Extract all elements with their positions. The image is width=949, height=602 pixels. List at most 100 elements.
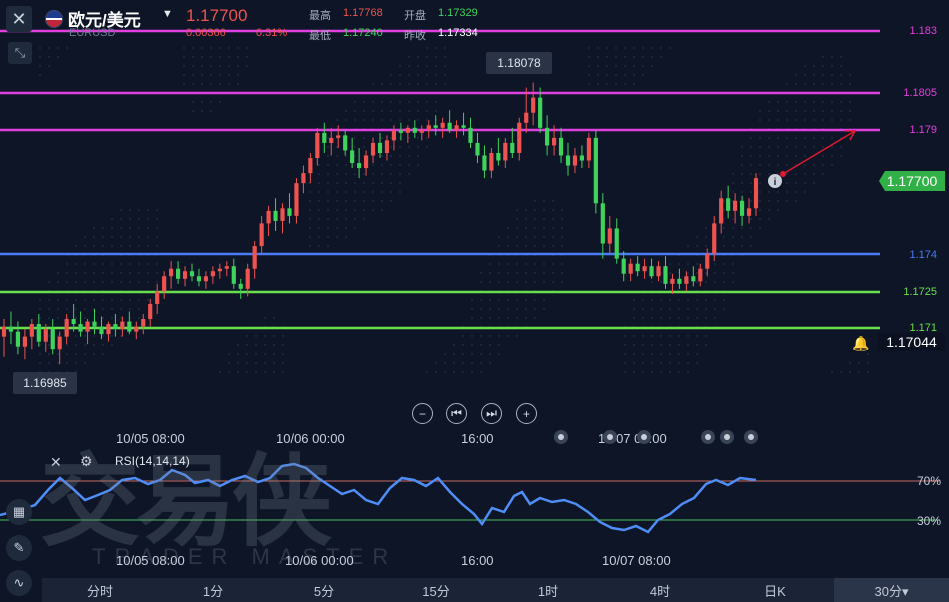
close-indicator-icon[interactable]: ✕ [50, 454, 62, 471]
map-dot [650, 64, 654, 68]
trend-arrow-anchor[interactable] [780, 171, 786, 177]
peak-high-tag: 1.18078 [486, 52, 552, 74]
map-dot [470, 352, 474, 356]
map-dot [740, 154, 744, 158]
map-dot [749, 190, 753, 194]
map-dot [668, 343, 672, 347]
tab-15min[interactable]: 15分 [380, 578, 492, 602]
candle-body [649, 266, 654, 277]
map-dot [344, 217, 348, 221]
bell-icon[interactable]: 🔔 [852, 335, 869, 352]
shrink-icon[interactable]: ⤡ [8, 42, 32, 64]
trend-arrow[interactable] [782, 130, 856, 175]
tab-4hour[interactable]: 4时 [604, 578, 716, 602]
candle-body [510, 142, 515, 153]
tab-1min[interactable]: 1分 [158, 578, 268, 602]
map-dot [92, 280, 96, 284]
tab-daily[interactable]: 日K [716, 578, 834, 602]
map-dot [488, 361, 492, 365]
map-dot [380, 190, 384, 194]
map-dot [839, 109, 843, 113]
map-dot [641, 46, 645, 50]
map-dot [137, 208, 141, 212]
map-dot [281, 334, 285, 338]
candle-body [252, 246, 257, 269]
candle-body [426, 125, 431, 131]
map-dot [344, 109, 348, 113]
rsi-time-label-1: 10/05 08:00 [116, 553, 185, 568]
map-dot [506, 244, 510, 248]
chevron-down-icon[interactable]: ▼ [162, 8, 173, 20]
map-dot [830, 73, 834, 77]
map-dot [182, 82, 186, 86]
rsi-level-70: 70% [916, 474, 941, 488]
map-dot [317, 181, 321, 185]
map-dot [758, 181, 762, 185]
map-dot [776, 118, 780, 122]
chart-tool-icon[interactable]: ▦ [6, 499, 32, 525]
map-dot [110, 316, 114, 320]
map-dot [668, 262, 672, 266]
indicator-icon[interactable]: ∿ [6, 570, 32, 596]
map-dot [326, 163, 330, 167]
level-tag-1179: 1.179 [909, 124, 937, 136]
map-dot [371, 199, 375, 203]
map-dot [650, 298, 654, 302]
map-dot [686, 271, 690, 275]
map-dot [749, 217, 753, 221]
map-dot [218, 370, 222, 374]
map-dot [110, 217, 114, 221]
map-dot [389, 154, 393, 158]
map-dot [830, 82, 834, 86]
drawing-dot-1[interactable] [554, 430, 568, 444]
map-dot [803, 172, 807, 176]
rsi-level-30: 30% [916, 514, 941, 528]
gear-icon[interactable]: ⚙ [80, 453, 93, 470]
map-dot [605, 73, 609, 77]
map-dot [605, 82, 609, 86]
candle-body [155, 291, 160, 304]
map-dot [749, 145, 753, 149]
map-dot [830, 109, 834, 113]
map-dot [497, 334, 501, 338]
drawing-dot-4[interactable] [701, 430, 715, 444]
tab-5min[interactable]: 5分 [268, 578, 380, 602]
tab-30min-selected[interactable]: 30分▾ [834, 578, 949, 602]
map-dot [560, 262, 564, 266]
close-button[interactable]: ✕ [6, 6, 32, 32]
map-dot [614, 64, 618, 68]
step-forward-button[interactable]: ⏭ [481, 403, 502, 424]
map-dot [191, 109, 195, 113]
step-back-button[interactable]: ⏮ [446, 403, 467, 424]
map-dot [515, 262, 519, 266]
map-dot [38, 361, 42, 365]
map-dot [101, 307, 105, 311]
tab-1hour[interactable]: 1时 [492, 578, 604, 602]
pencil-icon[interactable]: ✎ [6, 535, 32, 561]
candle-body [558, 137, 564, 156]
candle-body [92, 321, 97, 327]
peak-low-tag: 1.16985 [13, 372, 77, 394]
map-dot [623, 64, 627, 68]
zoom-out-button[interactable]: − [412, 403, 433, 424]
map-dot [254, 370, 258, 374]
map-dot [38, 73, 42, 77]
map-dot [713, 316, 717, 320]
map-dot [488, 307, 492, 311]
map-dot [200, 82, 204, 86]
level-tag-1174: 1.174 [909, 249, 937, 261]
drawing-dot-3[interactable] [637, 430, 651, 444]
map-dot [749, 226, 753, 230]
map-dot [272, 343, 276, 347]
tab-timeshare[interactable]: 分时 [42, 578, 158, 602]
map-dot [686, 262, 690, 266]
map-dot [731, 181, 735, 185]
zoom-in-button[interactable]: + [516, 403, 537, 424]
map-dot [758, 163, 762, 167]
drawing-dot-5[interactable] [720, 430, 734, 444]
map-dot [533, 235, 537, 239]
drawing-dot-2[interactable] [603, 430, 617, 444]
map-dot [767, 100, 771, 104]
drawing-dot-6[interactable] [744, 430, 758, 444]
map-dot [371, 172, 375, 176]
